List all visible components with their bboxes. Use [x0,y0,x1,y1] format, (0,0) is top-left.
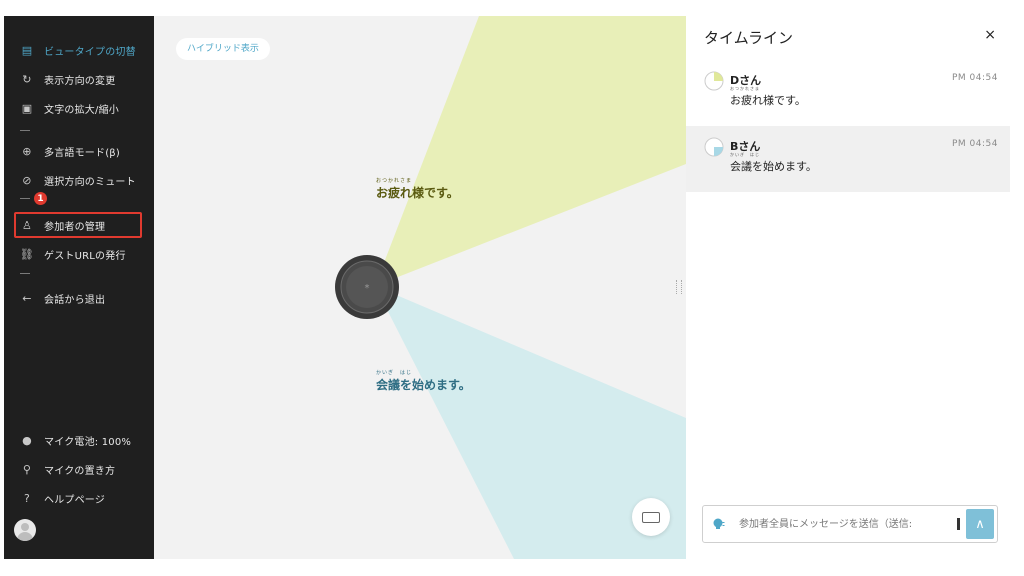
avatar[interactable] [14,519,36,541]
sidebar-item-multilingual[interactable]: ⊕ 多言語モード(β) [4,139,154,163]
sidebar-item-label: マイク電池: 100% [44,436,132,448]
sidebar-item-orientation[interactable]: ↻ 表示方向の変更 [4,67,154,91]
divider [20,198,30,199]
message-time: PM 04:54 [952,73,998,83]
help-icon: ? [23,491,31,505]
keyboard-icon [642,511,660,523]
arrow-left-icon: ← [22,291,32,305]
send-button[interactable]: ∧ [966,509,994,539]
sidebar-item-participants[interactable]: ♙ 参加者の管理 [4,213,154,237]
text-size-icon: ▣ [21,101,33,115]
resize-handle[interactable] [676,280,682,294]
sidebar-item-label: 文字の拡大/縮小 [44,104,119,116]
mute-icon: ⊘ [22,173,32,187]
speaker-direction-map: * [335,16,686,559]
message-text: おつかれさま お疲れ様です。 [730,86,806,108]
message-composer: ∧ [702,505,998,543]
globe-icon: ⊕ [22,144,32,158]
ruby-text: かいぎ はじ [730,152,760,157]
message-input[interactable] [739,515,953,533]
message-body: お疲れ様です。 [730,94,806,107]
divider [20,273,30,274]
sidebar-item-text-size[interactable]: ▣ 文字の拡大/縮小 [4,96,154,120]
sidebar-item-leave[interactable]: ← 会話から退出 [4,286,154,310]
sidebar-item-label: ヘルプページ [44,494,105,506]
timeline-message: Bさん PM 04:54 かいぎ はじ 会議を始めます。 [686,126,1010,192]
microphone-device[interactable]: * [335,255,399,319]
svg-text:*: * [365,283,370,294]
sidebar-item-guest-url[interactable]: ⛓ ゲストURLの発行 [4,242,154,266]
speaker-b-icon [704,137,724,157]
battery-icon: ● [22,433,32,447]
text-cursor [957,518,960,530]
app-window: ▤ ビュータイプの切替 ↻ 表示方向の変更 ▣ 文字の拡大/縮小 ⊕ 多言語モー… [0,0,1024,576]
sidebar-item-mic-placement[interactable]: ⚲ マイクの置き方 [4,457,154,481]
speech-text: お疲れ様です。 [376,186,459,200]
close-icon[interactable]: × [984,27,996,43]
conversation-canvas: * ハイブリッド表示 おつかれさま お疲れ様です。 かいぎ はじ 会議を始めます… [154,16,686,559]
divider [20,130,30,131]
mode-toggle-button[interactable]: ハイブリッド表示 [176,38,270,60]
sidebar-item-help[interactable]: ? ヘルプページ [4,486,154,510]
speech-text: 会議を始めます。 [376,378,471,392]
view-switch-icon: ▤ [21,43,33,57]
message-time: PM 04:54 [952,139,998,149]
sidebar-item-mute-direction[interactable]: ⊘ 選択方向のミュート [4,168,154,192]
link-icon: ⛓ [19,247,35,261]
message-text: かいぎ はじ 会議を始めます。 [730,152,817,174]
message-body: 会議を始めます。 [730,160,817,173]
sidebar-item-label: マイクの置き方 [44,465,116,477]
ruby-text: かいぎ はじ [376,370,413,376]
rotate-icon: ↻ [22,72,32,86]
ruby-text: おつかれさま [376,178,413,184]
timeline-title: タイムライン [704,29,793,47]
sidebar-item-view-type[interactable]: ▤ ビュータイプの切替 [4,38,154,62]
timeline-message: Dさん PM 04:54 おつかれさま お疲れ様です。 [686,60,1010,126]
sidebar-item-mic-battery: ● マイク電池: 100% [4,428,154,452]
sidebar-item-label: 会話から退出 [44,294,106,306]
speech-bubble-bottom: かいぎ はじ 会議を始めます。 [376,370,471,393]
speech-bubble-top: おつかれさま お疲れ様です。 [376,178,459,201]
sidebar-item-label: 選択方向のミュート [44,176,136,188]
sidebar-item-label: 参加者の管理 [44,221,106,233]
sidebar-item-label: 多言語モード(β) [44,147,120,159]
person-icon: ♙ [21,218,33,232]
speaker-wedge-d [375,16,686,286]
speaker-d-icon [704,71,724,91]
ruby-text: おつかれさま [730,86,760,91]
sidebar-item-label: 表示方向の変更 [44,75,116,87]
sidebar: ▤ ビュータイプの切替 ↻ 表示方向の変更 ▣ 文字の拡大/縮小 ⊕ 多言語モー… [4,16,154,559]
speaker-voice-icon [713,518,725,529]
mic-icon: ⚲ [22,462,32,476]
sidebar-item-label: ビュータイプの切替 [44,46,136,58]
callout-badge: 1 [34,192,47,205]
keyboard-button[interactable] [632,498,670,536]
sidebar-item-label: ゲストURLの発行 [44,250,126,262]
timeline-panel: タイムライン × Dさん PM 04:54 おつかれさま お疲れ様です。 Bさん… [686,16,1010,559]
